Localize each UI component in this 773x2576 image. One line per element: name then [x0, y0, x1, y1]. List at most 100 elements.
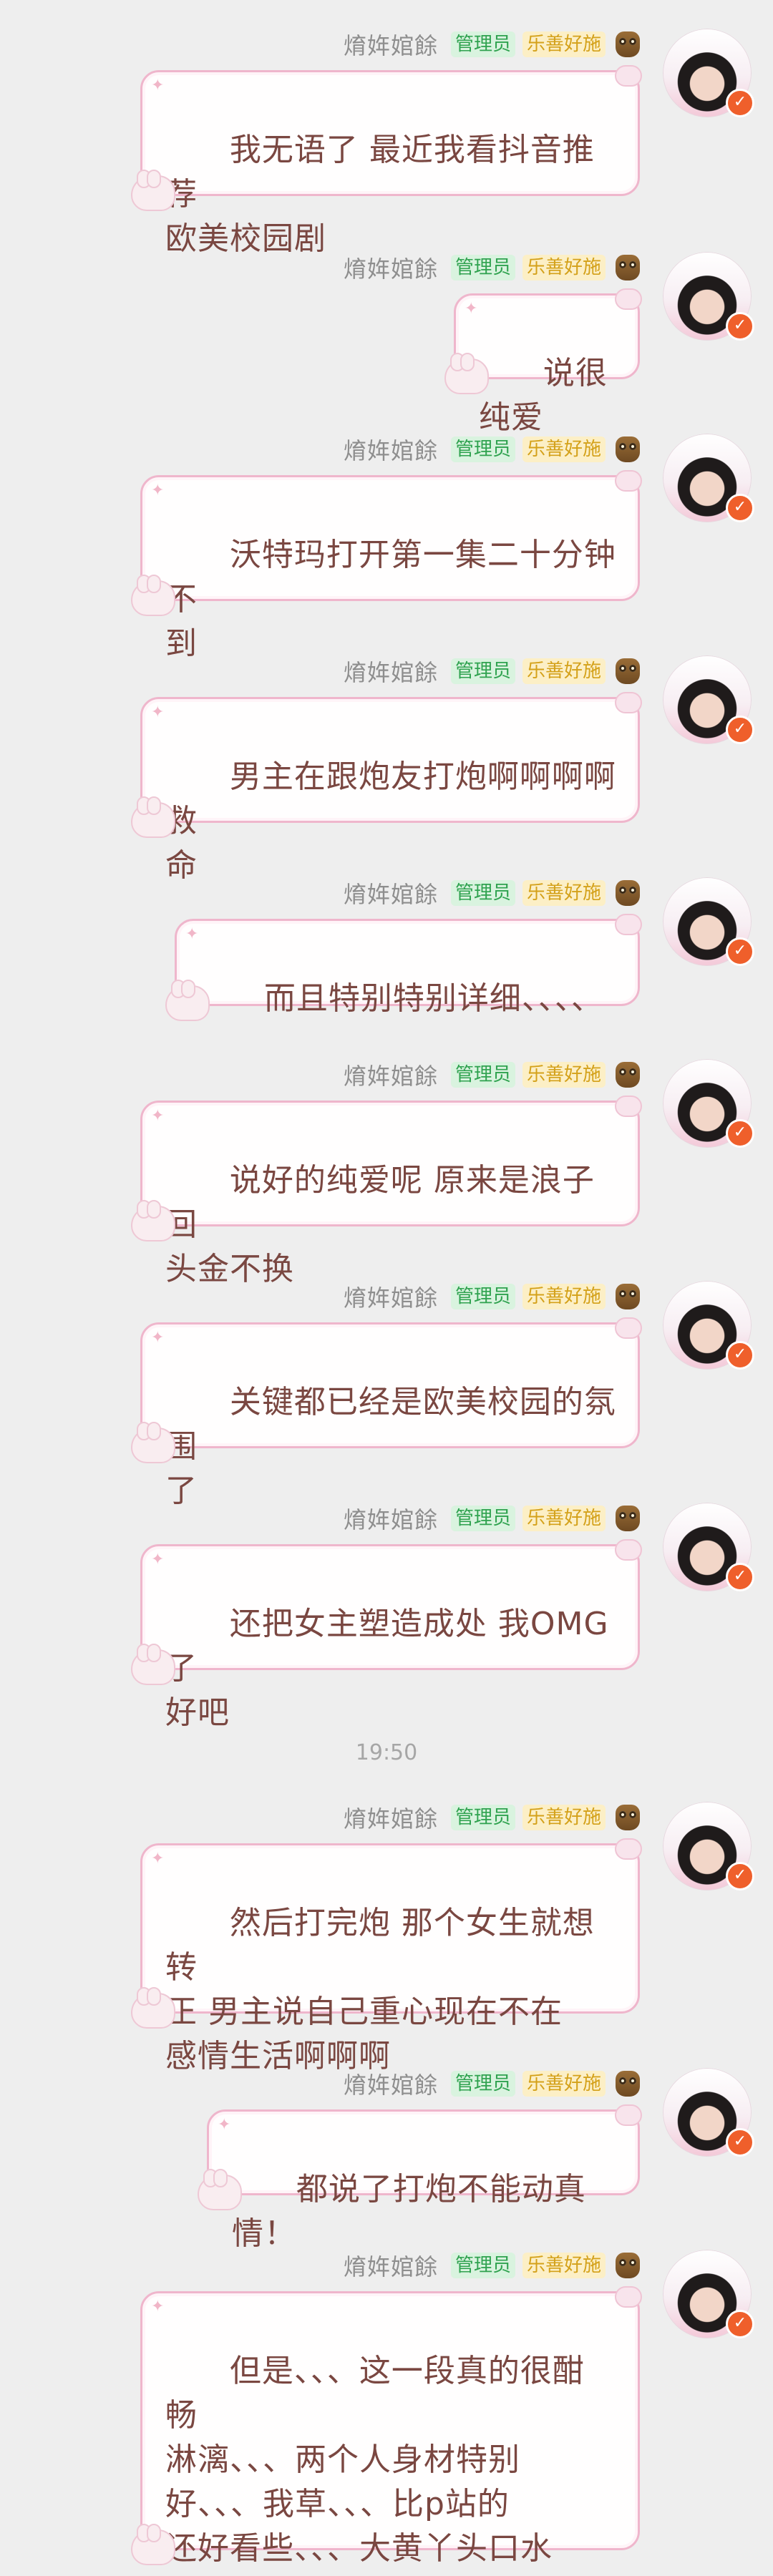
message-meta: 焴姩婠餘 管理员 乐善好施: [344, 655, 640, 687]
message-text: 然后打完炮 那个女生就想转 正 男主说自己重心现在不在 感情生活啊啊啊: [165, 1905, 595, 2074]
sparkle-icon: ✦: [185, 925, 200, 943]
bunny-decoration-icon: [165, 980, 210, 1021]
bunny-decoration-icon: [131, 1644, 175, 1685]
sparkle-icon: ✦: [218, 2116, 232, 2134]
sparkle-icon: ✦: [151, 1107, 165, 1125]
message-text: 关键都已经是欧美校园的氛围 了: [165, 1384, 616, 1509]
verified-icon: ✓: [726, 312, 754, 341]
owl-level-icon: [616, 1062, 640, 1088]
sender-name[interactable]: 焴姩婠餘: [344, 2067, 438, 2100]
message-bubble[interactable]: 男主在跟炮友打炮啊啊啊啊救 命 ✦: [131, 692, 642, 884]
message-text: 说很纯爱: [479, 355, 608, 436]
message-text: 而且特别特别详细、、、、: [263, 980, 603, 1017]
admin-badge: 管理员: [450, 436, 515, 462]
charity-badge: 乐善好施: [522, 2071, 606, 2097]
message-text: 但是、、、这一段真的很酣畅 淋漓、、、两个人身材特别 好、、、我草、、、比p站的…: [165, 2353, 585, 2576]
charity-badge: 乐善好施: [522, 1284, 606, 1309]
sparkle-icon: ✦: [151, 1329, 165, 1347]
bunny-decoration-icon: [131, 1422, 175, 1463]
bunny-decoration-icon: [131, 1200, 175, 1241]
verified-icon: ✓: [726, 1119, 754, 1148]
owl-level-icon: [616, 31, 640, 57]
charity-badge: 乐善好施: [522, 880, 606, 906]
bubble-corner-decoration: [615, 470, 642, 492]
sparkle-icon: ✦: [151, 703, 165, 721]
message-bubble[interactable]: 说很纯爱 ✦: [444, 288, 642, 436]
sender-name[interactable]: 焴姩婠餘: [344, 877, 438, 909]
message-meta: 焴姩婠餘 管理员 乐善好施: [344, 2250, 640, 2281]
charity-badge: 乐善好施: [522, 2253, 606, 2278]
message-bubble[interactable]: 都说了打炮不能动真情！ ✦: [198, 2104, 642, 2252]
bubble-corner-decoration: [615, 692, 642, 713]
message-meta: 焴姩婠餘 管理员 乐善好施: [344, 252, 640, 283]
charity-badge: 乐善好施: [522, 255, 606, 280]
sender-name[interactable]: 焴姩婠餘: [344, 1502, 438, 1535]
message-bubble[interactable]: 但是、、、这一段真的很酣畅 淋漓、、、两个人身材特别 好、、、我草、、、比p站的…: [131, 2286, 642, 2576]
verified-icon: ✓: [726, 937, 754, 966]
owl-level-icon: [616, 880, 640, 906]
sender-name[interactable]: 焴姩婠餘: [344, 2249, 438, 2282]
message-meta: 焴姩婠餘 管理员 乐善好施: [344, 877, 640, 909]
sender-name[interactable]: 焴姩婠餘: [344, 28, 438, 61]
message-meta: 焴姩婠餘 管理员 乐善好施: [344, 29, 640, 60]
bunny-decoration-icon: [444, 353, 489, 394]
bubble-corner-decoration: [615, 1539, 642, 1561]
charity-badge: 乐善好施: [522, 1805, 606, 1830]
admin-badge: 管理员: [450, 1805, 515, 1830]
verified-icon: ✓: [726, 1862, 754, 1890]
message-bubble[interactable]: 沃特玛打开第一集二十分钟不 到 ✦: [131, 470, 642, 662]
message-bubble[interactable]: 还把女主塑造成处 我OMG了 好吧 ✦: [131, 1539, 642, 1731]
message-text: 沃特玛打开第一集二十分钟不 到: [165, 537, 616, 662]
bubble-corner-decoration: [615, 2104, 642, 2126]
sparkle-icon: ✦: [151, 482, 165, 499]
bunny-decoration-icon: [131, 2524, 175, 2565]
admin-badge: 管理员: [450, 2071, 515, 2097]
sender-name[interactable]: 焴姩婠餘: [344, 1280, 438, 1313]
admin-badge: 管理员: [450, 1062, 515, 1088]
message-bubble[interactable]: 关键都已经是欧美校园的氛围 了 ✦: [131, 1317, 642, 1509]
bunny-decoration-icon: [131, 796, 175, 838]
admin-badge: 管理员: [450, 880, 515, 906]
verified-icon: ✓: [726, 2128, 754, 2157]
bubble-corner-decoration: [615, 2286, 642, 2308]
sender-name[interactable]: 焴姩婠餘: [344, 1801, 438, 1834]
charity-badge: 乐善好施: [522, 31, 606, 57]
sparkle-icon: ✦: [151, 77, 165, 94]
owl-level-icon: [616, 1805, 640, 1830]
message-text: 都说了打炮不能动真情！: [232, 2171, 586, 2252]
message-text: 男主在跟炮友打炮啊啊啊啊救 命: [165, 758, 616, 884]
sender-name[interactable]: 焴姩婠餘: [344, 251, 438, 284]
message-meta: 焴姩婠餘 管理员 乐善好施: [344, 2068, 640, 2099]
bubble-corner-decoration: [615, 288, 642, 310]
charity-badge: 乐善好施: [522, 658, 606, 684]
message-bubble[interactable]: 说好的纯爱呢 原来是浪子回 头金不换 ✦: [131, 1096, 642, 1287]
admin-badge: 管理员: [450, 1284, 515, 1309]
chat-screen: 焴姩婠餘 管理员 乐善好施 ✓ 我无语了 最近我看抖音推荐 欧美校园剧 ✦ 焴姩…: [0, 0, 773, 2576]
verified-icon: ✓: [726, 494, 754, 522]
message-bubble[interactable]: 我无语了 最近我看抖音推荐 欧美校园剧 ✦: [131, 65, 642, 257]
owl-level-icon: [616, 658, 640, 684]
message-text: 说好的纯爱呢 原来是浪子回 头金不换: [165, 1162, 595, 1287]
message-bubble[interactable]: 而且特别特别详细、、、、 ✦: [165, 914, 642, 1021]
message-meta: 焴姩婠餘 管理员 乐善好施: [344, 1503, 640, 1534]
message-bubble[interactable]: 然后打完炮 那个女生就想转 正 男主说自己重心现在不在 感情生活啊啊啊 ✦: [131, 1838, 642, 2074]
charity-badge: 乐善好施: [522, 1062, 606, 1088]
sender-name[interactable]: 焴姩婠餘: [344, 1058, 438, 1091]
admin-badge: 管理员: [450, 1506, 515, 1531]
owl-level-icon: [616, 2071, 640, 2097]
owl-level-icon: [616, 255, 640, 280]
message-meta: 焴姩婠餘 管理员 乐善好施: [344, 1802, 640, 1833]
bubble-corner-decoration: [615, 1838, 642, 1860]
sender-name[interactable]: 焴姩婠餘: [344, 433, 438, 466]
verified-icon: ✓: [726, 1563, 754, 1591]
sender-name[interactable]: 焴姩婠餘: [344, 655, 438, 688]
verified-icon: ✓: [726, 89, 754, 117]
sparkle-icon: ✦: [151, 1850, 165, 1868]
owl-level-icon: [616, 1506, 640, 1531]
bunny-decoration-icon: [131, 575, 175, 616]
owl-level-icon: [616, 436, 640, 462]
admin-badge: 管理员: [450, 31, 515, 57]
admin-badge: 管理员: [450, 2253, 515, 2278]
bubble-corner-decoration: [615, 914, 642, 935]
timestamp-divider: 19:50: [355, 1740, 418, 1765]
